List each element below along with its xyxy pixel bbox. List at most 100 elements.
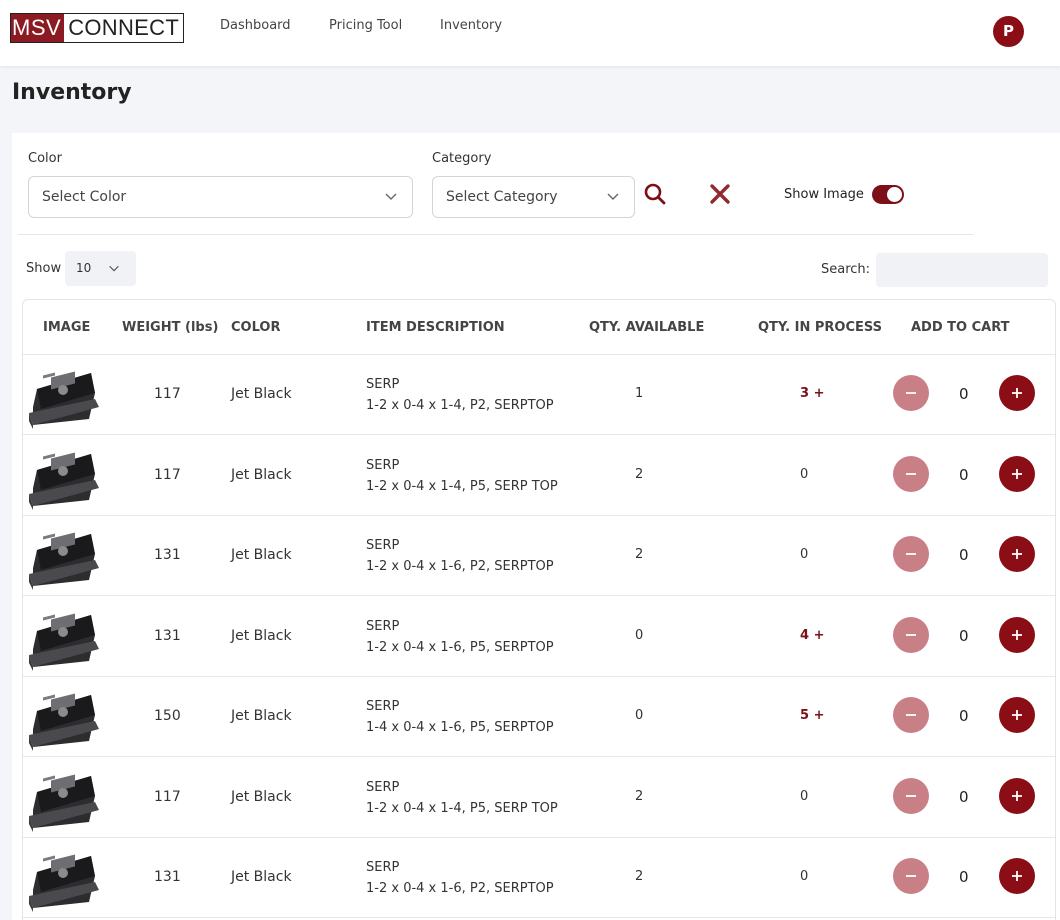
cart-quantity-value: 0 [959, 626, 969, 645]
qty-available-cell: 0 [635, 627, 644, 643]
chevron-down-icon [607, 193, 619, 200]
plus-icon [1012, 549, 1022, 559]
qty-in-process-cell[interactable]: 4 + [800, 628, 824, 643]
decrease-quantity-button[interactable] [893, 858, 929, 894]
show-entries-label: Show [26, 261, 62, 276]
color-cell: Jet Black [231, 627, 292, 644]
decrease-quantity-button[interactable] [893, 455, 929, 492]
increase-quantity-button[interactable] [999, 455, 1035, 492]
qty-available-cell: 2 [635, 788, 644, 804]
search-icon[interactable] [643, 182, 667, 206]
product-thumbnail-image[interactable] [29, 842, 101, 912]
product-thumbnail-image[interactable] [29, 600, 101, 671]
table-row: 131 Jet Black SERP 1-2 x 0-4 x 1-6, P2, … [23, 516, 1055, 596]
show-image-toggle[interactable] [872, 185, 904, 204]
description-line-2: 1-2 x 0-4 x 1-4, P5, SERP TOP [366, 478, 558, 494]
top-navbar: MSV CONNECT Dashboard Pricing Tool Inven… [0, 0, 1060, 66]
product-thumbnail-image[interactable] [29, 761, 101, 832]
description-line-2: 1-2 x 0-4 x 1-6, P2, SERPTOP [366, 559, 554, 574]
divider [18, 234, 973, 235]
table-row: 131 Jet Black SERP 1-2 x 0-4 x 1-6, P2, … [23, 838, 1055, 918]
plus-icon [1012, 468, 1022, 479]
description-line-1: SERP [366, 538, 400, 553]
color-select[interactable]: Select Color [28, 176, 413, 218]
minus-icon [906, 875, 916, 877]
nav-link-inventory[interactable]: Inventory [440, 18, 502, 33]
table-search-input[interactable] [876, 253, 1048, 287]
nav-link-pricing-tool[interactable]: Pricing Tool [329, 18, 402, 33]
header-weight[interactable]: WEIGHT (lbs) [122, 320, 218, 335]
qty-available-cell: 2 [635, 869, 644, 884]
description-line-2: 1-4 x 0-4 x 1-6, P5, SERPTOP [366, 720, 554, 735]
header-add-to-cart: ADD TO CART [911, 320, 1010, 335]
page-size-select[interactable]: 10 [65, 251, 136, 286]
color-select-placeholder: Select Color [42, 189, 127, 205]
header-qty-available[interactable]: QTY. AVAILABLE [589, 320, 704, 335]
plus-icon [1012, 710, 1022, 720]
increase-quantity-button[interactable] [999, 375, 1035, 411]
item-description-cell: SERP 1-2 x 0-4 x 1-4, P2, SERPTOP [366, 374, 554, 416]
cart-quantity-value: 0 [959, 465, 969, 484]
decrease-quantity-button[interactable] [893, 375, 929, 411]
table-header: IMAGE WEIGHT (lbs) COLOR ITEM DESCRIPTIO… [23, 300, 1055, 355]
inventory-card: Color Select Color Category Select Categ… [12, 133, 1060, 920]
decrease-quantity-button[interactable] [893, 616, 929, 653]
category-select[interactable]: Select Category [432, 176, 635, 218]
color-cell: Jet Black [231, 466, 292, 483]
increase-quantity-button[interactable] [999, 777, 1035, 814]
page-size-value: 10 [76, 261, 92, 275]
table-row: 131 Jet Black SERP 1-2 x 0-4 x 1-6, P5, … [23, 597, 1055, 677]
weight-cell: 131 [154, 627, 181, 644]
decrease-quantity-button[interactable] [893, 777, 929, 814]
category-filter-label: Category [432, 151, 492, 166]
logo-msv-text: MSV [11, 14, 65, 42]
qty-available-cell: 0 [635, 708, 644, 723]
description-line-1: SERP [366, 779, 400, 795]
nav-link-dashboard[interactable]: Dashboard [220, 18, 291, 33]
minus-icon [906, 472, 916, 475]
color-filter-label: Color [28, 151, 62, 166]
qty-in-process-cell[interactable]: 3 + [800, 386, 824, 401]
clear-filters-icon[interactable] [709, 183, 731, 205]
decrease-quantity-button[interactable] [893, 697, 929, 733]
increase-quantity-button[interactable] [999, 536, 1035, 572]
product-thumbnail-image[interactable] [29, 359, 101, 429]
logo-connect-text: CONNECT [64, 14, 184, 42]
header-qty-in-process[interactable]: QTY. IN PROCESS [758, 320, 882, 335]
chevron-down-icon [385, 193, 397, 200]
color-cell: Jet Black [231, 547, 292, 563]
item-description-cell: SERP 1-2 x 0-4 x 1-6, P2, SERPTOP [366, 857, 554, 899]
header-item-description[interactable]: ITEM DESCRIPTION [366, 320, 505, 335]
user-avatar[interactable]: P [993, 16, 1024, 47]
product-thumbnail-image[interactable] [29, 520, 101, 590]
description-line-1: SERP [366, 618, 400, 634]
increase-quantity-button[interactable] [999, 697, 1035, 733]
decrease-quantity-button[interactable] [893, 536, 929, 572]
table-row: 117 Jet Black SERP 1-2 x 0-4 x 1-4, P2, … [23, 355, 1055, 435]
description-line-1: SERP [366, 860, 400, 875]
item-description-cell: SERP 1-2 x 0-4 x 1-6, P5, SERPTOP [366, 616, 554, 658]
description-line-2: 1-2 x 0-4 x 1-6, P2, SERPTOP [366, 881, 554, 896]
description-line-1: SERP [366, 457, 400, 473]
description-line-2: 1-2 x 0-4 x 1-6, P5, SERPTOP [366, 639, 554, 655]
description-line-1: SERP [366, 699, 400, 714]
product-thumbnail-image[interactable] [29, 681, 101, 751]
qty-in-process-cell[interactable]: 5 + [800, 708, 824, 723]
minus-icon [906, 633, 916, 636]
msv-connect-logo[interactable]: MSV CONNECT [10, 13, 185, 43]
product-thumbnail-image[interactable] [29, 439, 101, 510]
header-image[interactable]: IMAGE [43, 320, 90, 335]
cart-quantity-value: 0 [959, 787, 969, 806]
header-color[interactable]: COLOR [231, 320, 280, 335]
minus-icon [906, 392, 916, 394]
weight-cell: 131 [154, 869, 181, 885]
cart-quantity-value: 0 [959, 546, 969, 564]
qty-in-process-cell: 0 [800, 869, 809, 884]
description-line-2: 1-2 x 0-4 x 1-4, P5, SERP TOP [366, 800, 558, 816]
minus-icon [906, 553, 916, 555]
qty-available-cell: 2 [635, 466, 644, 482]
qty-available-cell: 2 [635, 547, 644, 562]
increase-quantity-button[interactable] [999, 616, 1035, 653]
weight-cell: 117 [154, 788, 181, 805]
increase-quantity-button[interactable] [999, 858, 1035, 894]
